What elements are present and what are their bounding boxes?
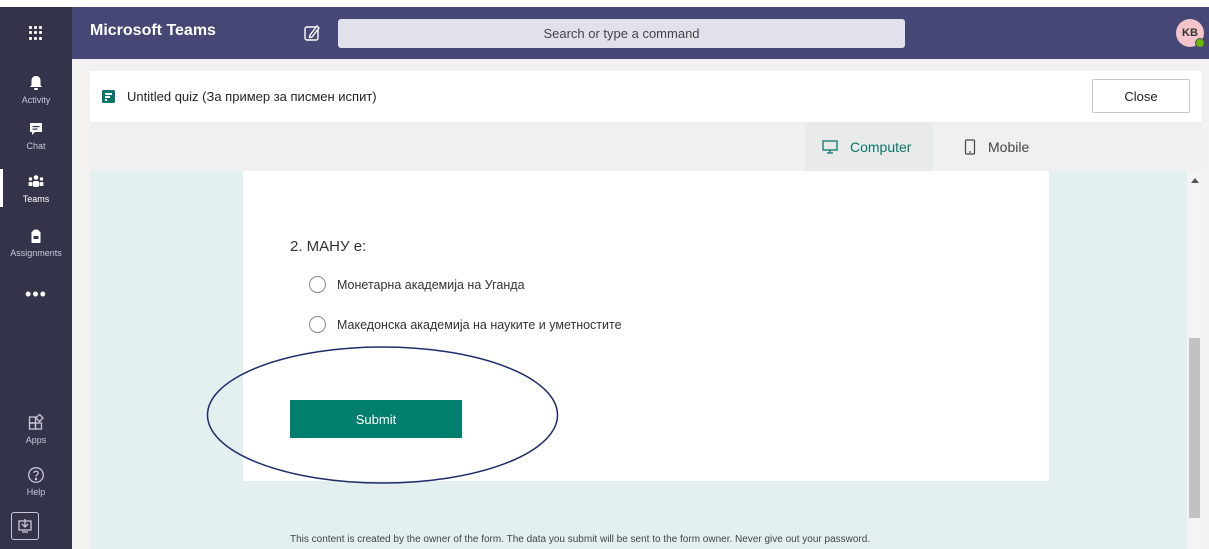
more-apps-button[interactable]: ••• — [0, 284, 72, 305]
compose-icon — [304, 24, 320, 41]
mobile-preview-label: Mobile — [988, 139, 1030, 155]
rail-item-activity[interactable]: Activity — [0, 64, 72, 114]
computer-icon — [822, 140, 838, 154]
scroll-thumb[interactable] — [1189, 338, 1200, 518]
waffle-icon — [29, 26, 43, 40]
question-title: 2. МАНУ е: — [290, 238, 367, 255]
computer-preview-tab[interactable]: Computer — [822, 139, 911, 155]
rail-item-apps[interactable]: Apps — [0, 404, 72, 454]
chat-icon — [30, 122, 42, 135]
top-strip — [0, 0, 1209, 7]
rail-item-label: Help — [26, 486, 46, 497]
rail-item-label: Activity — [21, 94, 51, 105]
app-title: Microsoft Teams — [90, 22, 216, 39]
compose-button[interactable] — [302, 23, 322, 43]
radio-button[interactable] — [309, 276, 326, 293]
form-card: 2. МАНУ е: Монетарна академија на Уганда… — [243, 171, 1049, 481]
close-button[interactable]: Close — [1092, 79, 1190, 113]
apps-icon — [28, 413, 44, 430]
footer-disclaimer: This content is created by the owner of … — [290, 534, 871, 545]
preview-switch-bar: Computer Mobile — [90, 122, 1202, 171]
title-bar: Microsoft Teams Search or type a command… — [0, 7, 1209, 59]
rail-item-label: Chat — [26, 140, 46, 151]
bell-icon — [30, 75, 42, 90]
quiz-title: Untitled quiz (За пример за писмен испит… — [127, 89, 377, 104]
rail-item-label: Assignments — [10, 247, 62, 258]
scroll-up-arrow[interactable] — [1187, 173, 1202, 187]
mobile-preview-tab[interactable]: Mobile — [964, 139, 1029, 155]
option-label: Македонска академија на науките и уметно… — [337, 317, 622, 332]
rail-item-teams[interactable]: Teams — [0, 163, 72, 213]
forms-app-icon — [102, 90, 115, 103]
computer-preview-label: Computer — [850, 139, 912, 155]
scrollbar[interactable] — [1187, 171, 1202, 549]
submit-button[interactable]: Submit — [290, 400, 462, 438]
search-input[interactable]: Search or type a command — [338, 19, 905, 48]
caret-up-icon — [1190, 178, 1199, 183]
search-placeholder: Search or type a command — [543, 26, 700, 41]
rail-item-label: Apps — [25, 434, 47, 445]
presence-indicator — [1195, 38, 1205, 48]
rail-item-help[interactable]: Help — [0, 456, 72, 506]
download-icon — [18, 519, 32, 533]
left-rail: Activity Chat Teams Assignments ••• Apps… — [0, 59, 72, 549]
radio-button[interactable] — [309, 316, 326, 333]
avatar-initials: KB — [1182, 27, 1198, 39]
mobile-icon — [964, 139, 976, 155]
rail-item-assignments[interactable]: Assignments — [0, 217, 72, 267]
content-header: Untitled quiz (За пример за писмен испит… — [90, 71, 1202, 122]
option-1[interactable]: Монетарна академија на Уганда — [309, 276, 525, 293]
option-label: Монетарна академија на Уганда — [337, 277, 525, 292]
option-2[interactable]: Македонска академија на науките и уметно… — [309, 316, 622, 333]
help-icon — [28, 466, 44, 483]
backpack-icon — [31, 229, 41, 243]
rail-item-label: Teams — [22, 193, 50, 204]
app-launcher-button[interactable] — [0, 7, 72, 59]
download-app-button[interactable] — [11, 512, 39, 540]
teams-icon — [28, 174, 44, 187]
rail-item-chat[interactable]: Chat — [0, 110, 72, 160]
